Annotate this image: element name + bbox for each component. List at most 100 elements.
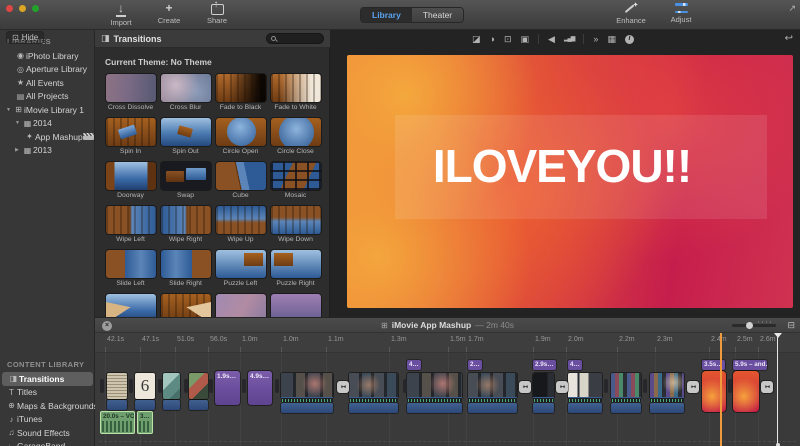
disclosure-open-icon[interactable]: ▼ xyxy=(15,120,22,126)
video-clip[interactable] xyxy=(407,373,462,397)
transition-slot[interactable] xyxy=(209,379,213,393)
photo-clip[interactable] xyxy=(163,373,180,399)
transition-thumb-fade-to-black[interactable] xyxy=(215,74,266,102)
transition-marker-icon[interactable]: ▸◂ xyxy=(761,381,773,393)
sidebar-item-iphoto-library[interactable]: ◉ iPhoto Library xyxy=(0,49,94,63)
connected-title-bar[interactable] xyxy=(468,403,517,413)
tab-library[interactable]: Library xyxy=(361,8,412,22)
photo-clip[interactable] xyxy=(189,373,208,399)
transition-thumb-cross-dissolve[interactable] xyxy=(105,74,156,102)
transition-thumb-slide-left[interactable] xyxy=(105,250,156,278)
sidebar-item-all-events[interactable]: ★ All Events xyxy=(0,76,94,90)
transition-marker-icon[interactable]: ▸◂ xyxy=(687,381,699,393)
connected-title-bar[interactable] xyxy=(611,403,641,413)
connected-title-bar[interactable] xyxy=(568,403,602,413)
fullscreen-icon[interactable]: ↗ xyxy=(788,3,796,14)
transition-thumb-soft-violet[interactable] xyxy=(270,294,321,317)
connected-title-bar[interactable] xyxy=(349,403,398,413)
transition-thumb-curl-blue[interactable] xyxy=(105,294,156,317)
transition-slot[interactable] xyxy=(643,379,647,393)
speed-icon[interactable]: » xyxy=(593,34,598,44)
video-clip[interactable] xyxy=(611,373,641,397)
adjust-button[interactable]: Adjust xyxy=(664,2,698,25)
share-button[interactable]: Share xyxy=(200,0,234,27)
title-background-clip[interactable] xyxy=(733,371,759,412)
noise-reduction-icon[interactable]: ▂▄▆ xyxy=(564,34,576,44)
connected-title-bar[interactable] xyxy=(135,400,155,410)
transition-thumb-soft-purple[interactable] xyxy=(215,294,266,317)
photo-clip[interactable] xyxy=(107,373,127,399)
hide-button[interactable]: ⊡ Hide xyxy=(6,31,45,44)
preview-canvas[interactable]: ILOVEYOU!! xyxy=(347,55,793,308)
tab-theater[interactable]: Theater xyxy=(411,8,464,22)
timeline-zoom-slider[interactable] xyxy=(732,321,776,329)
video-clip[interactable] xyxy=(281,373,333,397)
info-icon[interactable]: i xyxy=(624,34,634,44)
transition-thumb-wipe-down[interactable] xyxy=(270,206,321,234)
transition-slot[interactable] xyxy=(129,379,133,393)
create-button[interactable]: + Create xyxy=(152,2,186,27)
zoom-button[interactable] xyxy=(32,5,39,12)
transition-thumb-circle-close[interactable] xyxy=(270,118,321,146)
undo-icon[interactable]: ↩ xyxy=(785,33,793,44)
crop-icon[interactable]: ⊡ xyxy=(504,34,512,44)
transition-slot[interactable] xyxy=(158,379,162,393)
video-clip[interactable] xyxy=(568,373,602,397)
video-clip[interactable] xyxy=(468,373,517,397)
clip-appearance-icon[interactable]: ⊟ xyxy=(787,320,795,331)
sidebar-item-sound-effects[interactable]: ♫ Sound Effects xyxy=(0,426,95,440)
search-box[interactable] xyxy=(266,33,324,44)
import-button[interactable]: ↓ Import xyxy=(104,2,138,28)
audio-clip[interactable]: 20.0s – VO… xyxy=(100,411,135,434)
sidebar-item-2014[interactable]: ▼ ▦ 2014 xyxy=(0,117,94,131)
connected-clip-flag[interactable]: 5.9s – and… xyxy=(733,360,767,370)
transition-slot[interactable] xyxy=(728,379,732,393)
sidebar-item-titles[interactable]: T Titles xyxy=(0,386,95,400)
color-balance-icon[interactable]: ◪ xyxy=(472,34,481,44)
transition-thumb-doorway[interactable] xyxy=(105,162,156,190)
color-correction-icon[interactable]: ◑ xyxy=(490,34,495,44)
connected-title-bar[interactable] xyxy=(163,400,180,410)
sidebar-item-itunes[interactable]: ♪ iTunes xyxy=(0,413,95,427)
sidebar-item-garageband[interactable]: ♩GarageBand xyxy=(0,440,95,446)
timeline-ruler[interactable]: 42.1s 47.1s 51.0s 56.0s 1.0m 1.0m 1.1m 1.3m 1.5m… xyxy=(95,333,800,353)
connected-title-bar[interactable] xyxy=(281,403,333,413)
search-input[interactable] xyxy=(276,35,316,42)
connected-clip-flag[interactable]: 4… xyxy=(407,360,421,370)
video-clip[interactable] xyxy=(650,373,684,397)
close-button[interactable] xyxy=(6,5,13,12)
close-project-icon[interactable]: × xyxy=(102,320,112,331)
connected-clip-flag[interactable]: 4… xyxy=(568,360,582,370)
transition-thumb-spin-out[interactable] xyxy=(160,118,211,146)
sidebar-item-imovie-library-1[interactable]: ▼ ⊞ iMovie Library 1 xyxy=(0,103,94,117)
photo-clip[interactable] xyxy=(135,373,155,399)
transition-thumb-wipe-right[interactable] xyxy=(160,206,211,234)
volume-icon[interactable]: ◀ xyxy=(548,34,555,44)
transition-marker-icon[interactable]: ▸◂ xyxy=(556,381,568,393)
transition-thumb-puzzle-left[interactable] xyxy=(215,250,266,278)
title-background-clip[interactable] xyxy=(702,371,726,412)
transition-thumb-mosaic[interactable] xyxy=(270,162,321,190)
transition-slot[interactable] xyxy=(100,379,104,393)
video-clip[interactable] xyxy=(533,373,554,397)
clip-filter-icon[interactable]: ▦ xyxy=(607,34,616,44)
transition-slot[interactable] xyxy=(184,379,188,393)
stabilization-icon[interactable]: ▣ xyxy=(521,34,530,44)
sidebar-item-all-projects[interactable]: ▤ All Projects xyxy=(0,90,94,104)
minimize-button[interactable] xyxy=(19,5,26,12)
sidebar-item-transitions[interactable]: ◨ Transitions xyxy=(2,372,93,386)
transition-slot[interactable] xyxy=(242,379,246,393)
disclosure-open-icon[interactable]: ▼ xyxy=(6,107,13,113)
connected-title-bar[interactable] xyxy=(533,403,554,413)
title-clip[interactable]: 1.9s… xyxy=(215,371,240,405)
transition-thumb-cube[interactable] xyxy=(215,162,266,190)
transition-slot[interactable] xyxy=(275,379,279,393)
transition-marker-icon[interactable]: ▸◂ xyxy=(519,381,531,393)
transition-marker-icon[interactable]: ▸◂ xyxy=(337,381,349,393)
disclosure-closed-icon[interactable]: ▶ xyxy=(15,147,22,153)
sidebar-item-app-mashup[interactable]: ✦ App Mashup xyxy=(0,130,94,144)
sidebar-item-2013[interactable]: ▶ ▦ 2013 xyxy=(0,144,94,158)
video-clip[interactable] xyxy=(349,373,398,397)
audio-clip[interactable]: 3… xyxy=(137,411,153,434)
transition-thumb-fade-to-white[interactable] xyxy=(270,74,321,102)
